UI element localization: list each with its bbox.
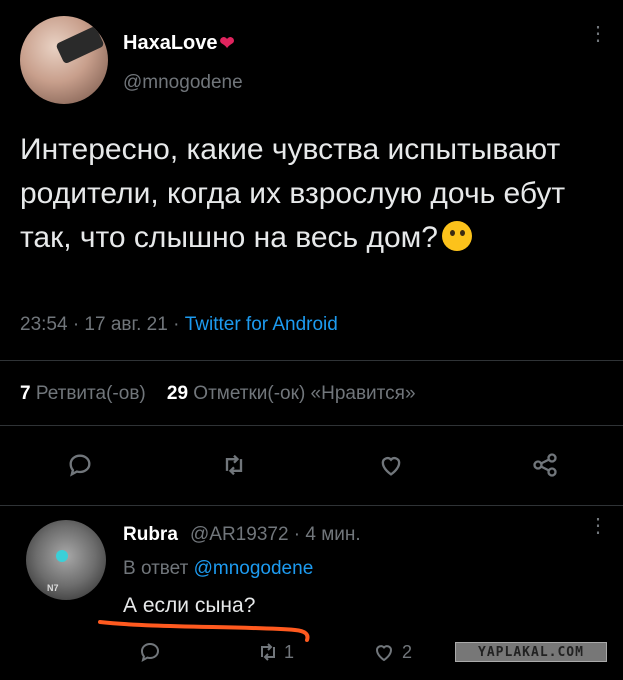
reply-icon xyxy=(69,454,91,477)
retweet-icon xyxy=(261,643,275,661)
avatar-badge: N7 xyxy=(47,583,59,593)
tweet-timestamp[interactable]: 23:54 · 17 авг. 21 · xyxy=(20,314,185,335)
tweet-meta: 23:54 · 17 авг. 21 · Twitter for Android xyxy=(20,314,338,336)
thinking-face-icon xyxy=(442,221,472,251)
author-handle[interactable]: @mnogodene xyxy=(123,72,243,94)
share-icon xyxy=(533,453,557,477)
divider xyxy=(0,505,623,506)
reply-more-options-icon[interactable]: ⋮ xyxy=(588,516,608,536)
in-reply-to: В ответ @mnogodene xyxy=(123,558,314,579)
retweet-icon xyxy=(225,454,243,476)
share-button[interactable] xyxy=(525,445,565,485)
divider xyxy=(0,425,623,426)
reply-author-handle[interactable]: @AR19372 · 4 мин. xyxy=(190,524,361,546)
retweet-button[interactable] xyxy=(214,445,254,485)
like-icon xyxy=(381,457,401,476)
tweet-stats: 7 Ретвита(-ов) 29 Отметки(-ок) «Нравится… xyxy=(20,383,416,405)
reply-retweet-button[interactable]: 1 xyxy=(256,640,294,664)
tweet-text: Интересно, какие чувства испытывают роди… xyxy=(20,133,566,254)
like-button[interactable] xyxy=(371,445,411,485)
tweet-source[interactable]: Twitter for Android xyxy=(185,314,338,335)
reply-icon xyxy=(140,642,160,662)
reply-retweet-count: 1 xyxy=(284,641,295,662)
in-reply-to-link[interactable]: @mnogodene xyxy=(194,558,314,579)
retweets-stat[interactable]: 7 Ретвита(-ов) xyxy=(20,383,146,404)
reply-like-count: 2 xyxy=(402,641,413,662)
avatar-eye xyxy=(56,550,68,562)
likes-stat[interactable]: 29 Отметки(-ок) «Нравится» xyxy=(167,383,416,404)
like-icon xyxy=(375,645,393,662)
more-options-icon[interactable]: ⋮ xyxy=(588,24,608,44)
heart-icon: ❤ xyxy=(219,33,235,53)
watermark: YAPLAKAL.COM xyxy=(455,642,607,662)
divider xyxy=(0,360,623,361)
reply-reply-button[interactable] xyxy=(130,632,170,672)
reply-author-name[interactable]: Rubra xyxy=(123,524,178,546)
reply-button[interactable] xyxy=(60,445,100,485)
reply-like-button[interactable]: 2 xyxy=(372,640,412,664)
author-display-name[interactable]: HaxaLove ❤ xyxy=(123,32,235,55)
author-avatar[interactable] xyxy=(20,16,108,104)
